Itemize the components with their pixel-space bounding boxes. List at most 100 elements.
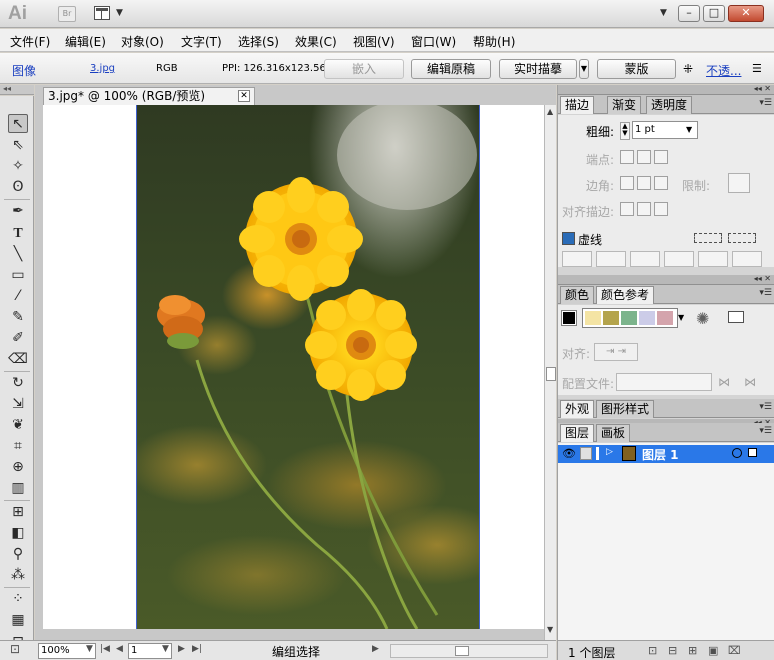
dash-preserve-icon[interactable] [694, 233, 722, 243]
page-dropdown-arrow-icon[interactable]: ▼ [162, 644, 169, 654]
shape-builder-tool-icon[interactable]: ⊕ [8, 458, 28, 477]
artboard-canvas[interactable] [43, 105, 544, 629]
last-page-icon[interactable]: ▶| [192, 644, 202, 654]
tab-layers[interactable]: 图层 [560, 424, 595, 442]
profile-dropdown[interactable] [616, 373, 712, 391]
menu-view[interactable]: 视图(V) [353, 33, 395, 50]
menu-window[interactable]: 窗口(W) [411, 33, 456, 50]
paintbrush-tool-icon[interactable]: ⁄ [8, 287, 28, 306]
flip-icon[interactable]: ⋈ [718, 375, 730, 389]
weight-stepper[interactable]: ▲ ▼ [620, 122, 630, 140]
eraser-tool-icon[interactable]: ⌫ [8, 350, 28, 369]
arrange-documents-icon[interactable] [94, 6, 110, 20]
column-graph-tool-icon[interactable]: ▦ [8, 611, 28, 630]
transform-icon[interactable]: ⁜ [683, 62, 693, 76]
trace-options-dropdown[interactable]: ▼ [579, 59, 589, 79]
opacity-link[interactable]: 不透... [706, 62, 741, 79]
tab-appearance[interactable]: 外观 [560, 400, 595, 418]
next-page-icon[interactable]: ▶ [178, 644, 185, 654]
dash-field-2[interactable] [630, 251, 660, 267]
eyedropper-tool-icon[interactable]: ⚲ [8, 545, 28, 564]
scroll-up-icon[interactable]: ▲ [547, 107, 553, 116]
color-panel-menu-icon[interactable]: ▾☰ [759, 288, 772, 298]
warp-tool-icon[interactable]: ❦ [8, 416, 28, 435]
close-button[interactable]: ✕ [728, 5, 764, 22]
menu-select[interactable]: 选择(S) [238, 33, 279, 50]
dashed-line-checkbox[interactable] [562, 232, 575, 245]
new-sublayer-icon[interactable]: ⊞ [688, 644, 697, 657]
align-inside-icon[interactable] [637, 202, 651, 216]
lasso-tool-icon[interactable]: ʘ [8, 178, 28, 197]
harmony-swatch-3[interactable] [621, 311, 637, 325]
bevel-join-icon[interactable] [654, 176, 668, 190]
line-tool-icon[interactable]: ╲ [8, 245, 28, 264]
flip-alt-icon[interactable]: ⋈ [744, 375, 756, 389]
visibility-eye-icon[interactable]: 👁 [562, 447, 576, 460]
miter-join-icon[interactable] [620, 176, 634, 190]
selection-tool-icon[interactable]: ↖ [8, 114, 28, 133]
align-outside-icon[interactable] [654, 202, 668, 216]
gap-field-3[interactable] [732, 251, 762, 267]
live-trace-button[interactable]: 实时描摹 [499, 59, 577, 79]
magic-wand-tool-icon[interactable]: ✧ [8, 157, 28, 176]
tab-close-icon[interactable]: ✕ [238, 90, 250, 102]
save-color-group-icon[interactable] [728, 311, 744, 323]
dash-align-icon[interactable] [728, 233, 756, 243]
artboard-nav-icon[interactable]: ⊡ [10, 642, 20, 656]
horizontal-scrollbar[interactable] [390, 644, 548, 658]
tools-panel-grip[interactable]: ◂◂ [0, 85, 34, 95]
align-to-icons[interactable]: ⇥ ⇥ [594, 343, 638, 361]
scroll-down-icon[interactable]: ▼ [547, 625, 553, 634]
object-type-link[interactable]: 图像 [12, 62, 36, 79]
harmony-swatch-1[interactable] [585, 311, 601, 325]
tab-artboards[interactable]: 画板 [596, 424, 631, 442]
embed-button[interactable]: 嵌入 [324, 59, 404, 79]
blend-tool-icon[interactable]: ⁂ [8, 566, 28, 585]
menu-effect[interactable]: 效果(C) [295, 33, 337, 50]
vertical-scrollbar[interactable]: ▲ ▼ [544, 105, 556, 640]
menu-type[interactable]: 文字(T) [181, 33, 222, 50]
harmony-swatch-4[interactable] [639, 311, 655, 325]
first-page-icon[interactable]: |◀ [100, 644, 110, 654]
tab-color-guide[interactable]: 颜色参考 [596, 286, 655, 304]
rotate-tool-icon[interactable]: ↻ [8, 374, 28, 393]
harmony-colors-bar[interactable] [582, 308, 678, 328]
weight-dropdown-icon[interactable]: ▼ [686, 125, 692, 134]
edit-original-button[interactable]: 编辑原稿 [411, 59, 491, 79]
mask-button[interactable]: 蒙版 [597, 59, 676, 79]
horizontal-scroll-thumb[interactable] [455, 646, 469, 656]
dash-field-1[interactable] [562, 251, 592, 267]
linked-file-link[interactable]: 3.jpg [90, 63, 115, 74]
blob-brush-tool-icon[interactable]: ✐ [8, 329, 28, 348]
round-join-icon[interactable] [637, 176, 651, 190]
rectangle-tool-icon[interactable]: ▭ [8, 266, 28, 285]
prev-page-icon[interactable]: ◀ [116, 644, 123, 654]
tab-stroke[interactable]: 描边 [560, 96, 595, 114]
dash-field-3[interactable] [698, 251, 728, 267]
gap-field-2[interactable] [664, 251, 694, 267]
layers-panel-menu-icon[interactable]: ▾☰ [759, 426, 772, 436]
appearance-panel-menu-icon[interactable]: ▾☰ [759, 402, 772, 412]
base-color-swatch[interactable] [561, 310, 577, 326]
tab-graphic-styles[interactable]: 图形样式 [596, 400, 655, 418]
butt-cap-icon[interactable] [620, 150, 634, 164]
tab-color[interactable]: 颜色 [560, 286, 595, 304]
menu-edit[interactable]: 编辑(E) [65, 33, 106, 50]
gap-field-1[interactable] [596, 251, 626, 267]
align-center-icon[interactable] [620, 202, 634, 216]
control-menu-icon[interactable]: ☰ [752, 62, 762, 75]
direct-selection-tool-icon[interactable]: ⇖ [8, 136, 28, 155]
round-cap-icon[interactable] [637, 150, 651, 164]
document-tab[interactable]: 3.jpg* @ 100% (RGB/预览) ✕ [43, 87, 255, 105]
menu-object[interactable]: 对象(O) [121, 33, 164, 50]
chevron-down-icon[interactable]: ▼ [116, 8, 123, 18]
tab-transparency[interactable]: 透明度 [646, 96, 693, 114]
gradient-tool-icon[interactable]: ◧ [8, 524, 28, 543]
symbol-sprayer-tool-icon[interactable]: ⁘ [8, 590, 28, 609]
panel-grip-color[interactable]: ◂◂ ✕ [558, 275, 774, 285]
layer-name[interactable]: 图层 1 [642, 446, 679, 463]
placed-image[interactable] [136, 105, 480, 629]
harmony-swatch-5[interactable] [657, 311, 673, 325]
layer-selection-icon[interactable] [748, 448, 757, 457]
harmony-swatch-2[interactable] [603, 311, 619, 325]
